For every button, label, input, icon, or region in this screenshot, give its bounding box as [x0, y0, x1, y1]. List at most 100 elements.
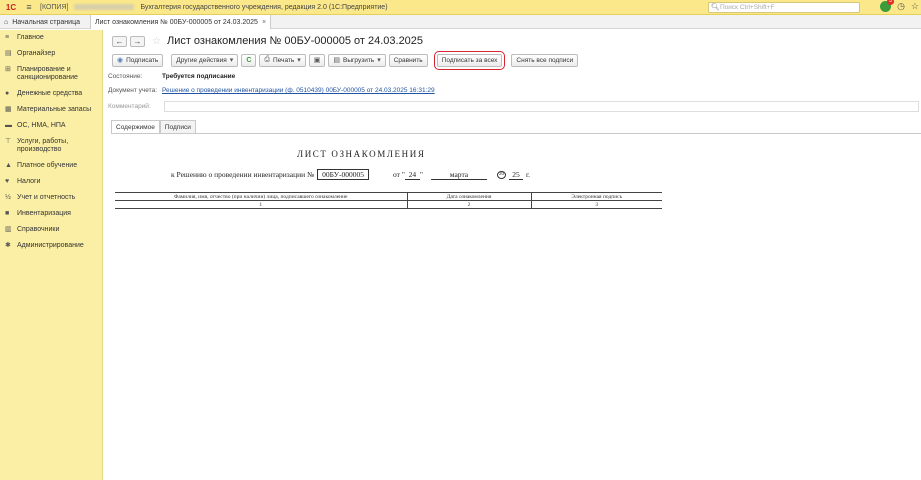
organizer-icon: ▤: [5, 50, 12, 57]
document-title: Лист ознакомления № 00БУ-000005 от 24.03…: [166, 35, 424, 47]
sidebar-item-organizer[interactable]: ▤ Органайзер: [0, 46, 102, 62]
sidebar-item-label: Инвентаризация: [17, 210, 71, 217]
chevron-down-icon: ▾: [377, 57, 381, 64]
tab-document-label: Лист ознакомления № 00БУ-000005 от 24.03…: [95, 18, 258, 26]
sidebar-item-education[interactable]: ▲ Платное обучение: [0, 158, 102, 174]
search-input[interactable]: 🔍︎ Поиск Ctrl+Shift+F: [708, 2, 860, 13]
catalogs-icon: ▥: [5, 226, 12, 233]
sidebar-item-label: Платное обучение: [17, 162, 78, 169]
printer-icon: ⎙: [264, 56, 270, 63]
close-tab-icon[interactable]: ×: [262, 19, 266, 26]
column-header-name: Фамилия, имя, отчество (при наличии) лиц…: [115, 192, 408, 201]
preview-button[interactable]: ▣: [308, 53, 326, 67]
refresh-button[interactable]: C: [241, 53, 257, 67]
sidebar-item-services[interactable]: ⊤ Услуги, работы, производство: [0, 134, 102, 158]
favorite-star-icon[interactable]: ☆: [152, 36, 161, 47]
sidebar-item-catalogs[interactable]: ▥ Справочники: [0, 222, 102, 238]
sidebar-item-inventory-count[interactable]: ■ Инвентаризация: [0, 206, 102, 222]
export-button-label: Выгрузить: [343, 56, 375, 64]
refresh-icon: C: [246, 56, 252, 64]
save-icon: ▤: [333, 57, 341, 64]
menu-icon: ≡: [5, 34, 10, 41]
export-button[interactable]: ▤ Выгрузить ▾: [328, 53, 386, 67]
comment-field: Комментарий:: [108, 101, 919, 112]
sign-for-all-button[interactable]: Подписать за всех: [433, 50, 506, 70]
state-field: Состояние: Требуется подписание: [108, 73, 235, 80]
tab-signatures[interactable]: Подписи: [159, 120, 196, 133]
notifications-icon[interactable]: 3: [880, 0, 895, 12]
decision-number: 00БУ-000005: [317, 169, 370, 180]
inventory-count-icon: ■: [5, 210, 10, 217]
history-icon[interactable]: ◷: [897, 1, 905, 12]
state-value: Требуется подписание: [162, 73, 236, 80]
other-actions-label: Другие действия: [176, 56, 227, 64]
sign-button[interactable]: ◉ Подписать: [112, 53, 164, 67]
money-icon: ●: [5, 90, 10, 97]
sign-icon: ◉: [117, 57, 124, 64]
decision-text: к Решению о проведении инвентаризации №: [171, 170, 315, 179]
tab-divider: [111, 133, 921, 134]
sidebar-item-assets[interactable]: ▬ ОС, НМА, НПА: [0, 118, 102, 134]
user-menu-icon[interactable]: ☆: [911, 1, 919, 12]
sidebar-item-label: Материальные запасы: [17, 106, 92, 113]
sidebar-item-label: Услуги, работы, производство: [17, 138, 69, 153]
reports-icon: ½: [5, 194, 11, 201]
year-suffix: г.: [525, 170, 531, 179]
year-value: 25: [508, 170, 523, 180]
sidebar-item-taxes[interactable]: ♥ Налоги: [0, 174, 102, 190]
compare-button-label: Сравнить: [393, 56, 423, 64]
chevron-down-icon: ▾: [297, 57, 301, 64]
sidebar-item-admin[interactable]: ✱ Администрирование: [0, 238, 102, 254]
column-number-1: 1: [115, 200, 408, 209]
column-header-date: Дата ознакомления: [406, 192, 532, 201]
quote-close: ": [419, 170, 423, 179]
forward-button[interactable]: →: [130, 35, 145, 47]
services-icon: ⊤: [5, 138, 12, 145]
print-button[interactable]: ⎙ Печать ▾: [259, 53, 306, 67]
sidebar-item-label: Главное: [17, 34, 44, 41]
month-value: марта: [430, 170, 487, 180]
state-label: Состояние:: [108, 73, 143, 80]
sign-for-all-label: Подписать за всех: [441, 56, 498, 64]
document-form: ← → ☆ Лист ознакомления № 00БУ-000005 от…: [104, 30, 921, 480]
source-document-field: Документ учета: Решение о проведении инв…: [108, 87, 435, 94]
sidebar-item-reports[interactable]: ½ Учет и отчетность: [0, 190, 102, 206]
inventory-icon: ▦: [5, 106, 12, 113]
tab-document[interactable]: Лист ознакомления № 00БУ-000005 от 24.03…: [90, 15, 272, 29]
taxes-icon: ♥: [5, 178, 10, 185]
sidebar-item-label: Учет и отчетность: [17, 194, 76, 201]
sidebar-item-label: Администрирование: [17, 242, 84, 249]
comment-label: Комментарий:: [108, 103, 151, 110]
remove-signatures-label: Снять все подписи: [516, 56, 574, 64]
tab-contents[interactable]: Содержимое: [111, 120, 160, 133]
source-document-label: Документ учета:: [108, 87, 158, 94]
search-placeholder: Поиск Ctrl+Shift+F: [720, 4, 775, 11]
source-document-link[interactable]: Решение о проведении инвентаризации (ф. …: [162, 87, 435, 94]
signatures-table: Фамилия, имя, отчество (при наличии) лиц…: [115, 192, 662, 209]
sidebar-item-money[interactable]: ● Денежные средства: [0, 86, 102, 102]
other-actions-button[interactable]: Другие действия ▾: [171, 53, 239, 67]
back-button[interactable]: ←: [112, 35, 127, 47]
sidebar-item-planning[interactable]: ⊞ Планирование и санкционирование: [0, 62, 102, 86]
assets-icon: ▬: [5, 122, 12, 129]
year-prefix: 20: [496, 170, 506, 179]
sidebar-item-materials[interactable]: ▦ Материальные запасы: [0, 102, 102, 118]
main-menu-icon[interactable]: ≡: [22, 2, 36, 12]
education-icon: ▲: [5, 162, 12, 169]
remove-signatures-button[interactable]: Снять все подписи: [511, 53, 579, 67]
preview-icon: ▣: [313, 57, 321, 64]
blurred-org-name: [74, 4, 135, 10]
column-header-signature: Электронная подпись: [530, 192, 662, 201]
copy-tag: [КОПИЯ]: [40, 3, 69, 11]
compare-button[interactable]: Сравнить: [388, 53, 428, 67]
sections-sidebar: ≡ Главное ▤ Органайзер ⊞ Планирование и сан…: [0, 30, 103, 480]
sidebar-item-main[interactable]: ≡ Главное: [0, 30, 102, 46]
tab-home[interactable]: ⌂ Начальная страница: [0, 15, 90, 29]
search-icon: 🔍︎: [711, 4, 720, 11]
chevron-down-icon: ▾: [229, 57, 234, 64]
app-title: Бухгалтерия государственного учреждения,…: [140, 3, 388, 11]
open-tabs-bar: ⌂ Начальная страница Лист ознакомления №…: [0, 15, 921, 29]
tab-home-label: Начальная страница: [12, 18, 80, 26]
sidebar-item-label: Налоги: [17, 178, 41, 185]
comment-input[interactable]: [164, 101, 919, 112]
